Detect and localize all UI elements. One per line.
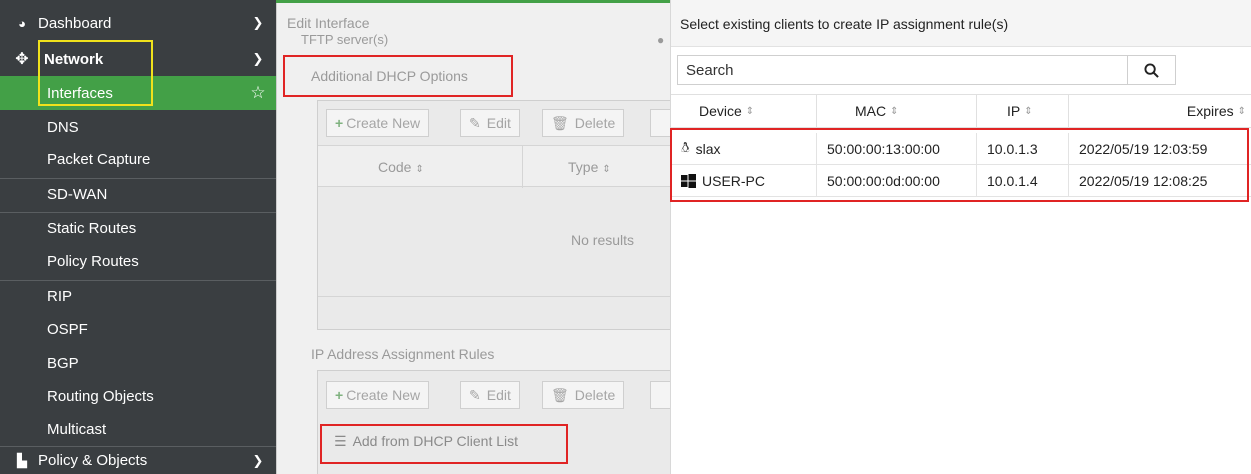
highlight-client-rows <box>670 128 1249 202</box>
plus-icon: + <box>335 115 344 131</box>
create-new-button[interactable]: + Create New <box>326 381 430 409</box>
divider <box>522 146 523 188</box>
sort-icon: ⇕ <box>890 105 899 117</box>
trash-icon: 🗑 <box>551 114 569 131</box>
sidebar-item-ospf[interactable]: OSPF <box>0 314 276 344</box>
sidebar-item-packet-capture[interactable]: Packet Capture <box>0 144 276 174</box>
column-code[interactable]: Code ⇕ <box>378 159 424 175</box>
delete-button[interactable]: 🗑 Delete <box>542 381 625 409</box>
highlight-add-from-dhcp <box>320 424 568 464</box>
highlight-dhcp-options <box>283 55 513 97</box>
sidebar-item-policy-objects[interactable]: ▙ Policy & Objects ❯ <box>0 446 276 474</box>
column-device[interactable]: Device ⇕ <box>671 94 817 128</box>
table-header: Code ⇕ Type ⇕ <box>318 145 670 188</box>
dialog-title: Select existing clients to create IP ass… <box>671 0 1251 47</box>
sidebar-item-dashboard[interactable]: ◕ Dashboard ❯ <box>0 10 276 36</box>
sidebar-item-rip[interactable]: RIP <box>0 280 276 312</box>
column-type[interactable]: Type ⇕ <box>568 159 611 175</box>
create-new-button[interactable]: + Create New <box>326 109 430 137</box>
column-expires[interactable]: Expires ⇕ <box>1069 94 1251 128</box>
sidebar-item-sd-wan[interactable]: SD-WAN <box>0 178 276 210</box>
chevron-down-icon: ❯ <box>252 51 264 66</box>
pencil-icon: ✎ <box>469 114 481 131</box>
sidebar-item-dns[interactable]: DNS <box>0 112 276 142</box>
chevron-right-icon: ❯ <box>252 452 264 468</box>
column-ip[interactable]: IP ⇕ <box>977 94 1069 128</box>
sort-icon: ⇕ <box>1237 105 1246 117</box>
dhcp-options-table: + Create New ✎ Edit 🗑 Delete Code ⇕ Type ⇕ No… <box>317 100 670 330</box>
star-icon[interactable]: ☆ <box>246 83 270 103</box>
edit-button[interactable]: ✎ Edit <box>460 381 520 409</box>
sort-icon: ⇕ <box>415 164 424 175</box>
sort-icon: ⇕ <box>1024 105 1033 117</box>
search-box: Search <box>677 55 1176 85</box>
sidebar-item-static-routes[interactable]: Static Routes <box>0 212 276 244</box>
delete-button[interactable]: 🗑 Delete <box>542 109 625 137</box>
column-mac[interactable]: MAC ⇕ <box>817 94 977 128</box>
no-results-text: No results <box>571 232 635 248</box>
sidebar-item-multicast[interactable]: Multicast <box>0 414 276 444</box>
select-clients-dialog: Select existing clients to create IP ass… <box>670 0 1251 474</box>
search-input[interactable]: Search <box>678 56 1127 84</box>
info-icon: ● <box>657 33 665 47</box>
search-button[interactable] <box>650 381 670 409</box>
policy-icon: ▙ <box>17 452 27 468</box>
plus-icon: + <box>335 387 344 403</box>
sort-icon: ⇕ <box>602 164 611 175</box>
sidebar-item-bgp[interactable]: BGP <box>0 348 276 378</box>
sort-icon: ⇕ <box>745 105 755 117</box>
trash-icon: 🗑 <box>551 386 569 403</box>
highlight-yellow <box>38 40 153 106</box>
network-move-icon: ✥ <box>15 51 29 68</box>
search-icon[interactable] <box>1127 56 1175 84</box>
sidebar-item-routing-objects[interactable]: Routing Objects <box>0 381 276 411</box>
sidebar-item-policy-routes[interactable]: Policy Routes <box>0 246 276 276</box>
page-title: Edit Interface <box>287 15 370 31</box>
search-button[interactable] <box>650 109 670 137</box>
tftp-label: TFTP server(s) <box>301 32 389 47</box>
dashboard-icon: ◕ <box>18 15 26 31</box>
chevron-right-icon: ❯ <box>252 15 264 30</box>
edit-button[interactable]: ✎ Edit <box>460 109 520 137</box>
pencil-icon: ✎ <box>469 386 481 403</box>
divider <box>318 296 670 297</box>
ip-rules-title: IP Address Assignment Rules <box>311 346 495 362</box>
